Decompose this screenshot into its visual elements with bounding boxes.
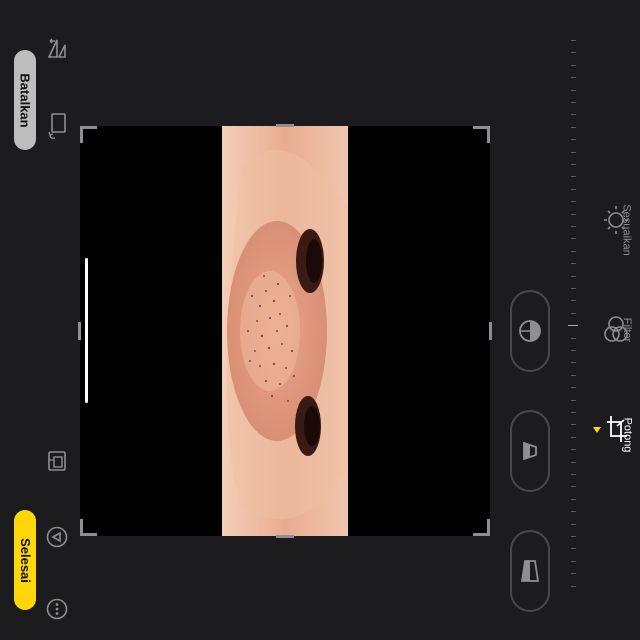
ruler-tick bbox=[571, 585, 576, 587]
done-button[interactable]: Selesai bbox=[14, 510, 36, 610]
crop-edge-handle[interactable] bbox=[276, 124, 294, 127]
angle-ruler[interactable] bbox=[568, 40, 578, 600]
tab-adjust-label: Sesuaikan bbox=[621, 204, 633, 256]
horizontal-perspective-icon bbox=[520, 560, 540, 582]
ruler-tick bbox=[571, 238, 576, 240]
rotate-icon[interactable] bbox=[44, 112, 70, 139]
photo-preview bbox=[222, 126, 348, 536]
ruler-tick bbox=[571, 498, 576, 500]
active-tab-indicator-icon bbox=[593, 427, 601, 433]
ruler-tick bbox=[571, 424, 576, 426]
ruler-tick bbox=[571, 412, 576, 413]
ruler-tick bbox=[568, 325, 578, 327]
aspect-ratio-icon[interactable] bbox=[44, 448, 70, 474]
ruler-tick bbox=[571, 486, 576, 488]
crop-corner-handle[interactable] bbox=[473, 519, 490, 536]
crop-canvas[interactable] bbox=[78, 124, 492, 538]
ruler-tick bbox=[571, 461, 576, 463]
cancel-button[interactable]: Batalkan bbox=[14, 50, 36, 150]
ruler-tick bbox=[571, 300, 576, 302]
ruler-tick bbox=[571, 560, 576, 562]
tab-adjust-label-box: Sesuaikan bbox=[620, 190, 634, 270]
ruler-tick bbox=[571, 573, 576, 575]
ruler-tick bbox=[571, 337, 576, 339]
ruler-tick bbox=[571, 511, 576, 513]
ruler-tick bbox=[571, 362, 576, 364]
ruler-tick bbox=[571, 64, 576, 66]
ruler-tick bbox=[571, 263, 576, 265]
crop-edge-handle[interactable] bbox=[276, 535, 294, 538]
straighten-icon bbox=[519, 320, 541, 342]
more-icon[interactable] bbox=[44, 596, 70, 622]
ruler-tick bbox=[571, 164, 576, 165]
ruler-tick bbox=[571, 387, 576, 389]
ruler-tick bbox=[571, 523, 576, 525]
flip-icon[interactable] bbox=[44, 36, 70, 62]
ruler-tick bbox=[571, 250, 576, 252]
cancel-button-label: Batalkan bbox=[17, 72, 33, 128]
ruler-tick bbox=[571, 350, 576, 351]
markup-icon[interactable] bbox=[44, 524, 70, 550]
tab-crop-label-box: Potong bbox=[620, 405, 634, 465]
ruler-tick bbox=[571, 275, 576, 277]
vertical-perspective-button[interactable] bbox=[510, 410, 550, 492]
ruler-tick bbox=[571, 40, 576, 41]
ruler-tick bbox=[571, 52, 576, 54]
ruler-tick bbox=[571, 226, 576, 227]
vertical-perspective-icon bbox=[523, 441, 537, 461]
ruler-tick bbox=[571, 126, 576, 128]
tab-crop-label: Potong bbox=[621, 417, 633, 453]
ruler-tick bbox=[571, 536, 576, 537]
ruler-tick bbox=[571, 176, 576, 178]
ruler-tick bbox=[571, 201, 576, 203]
crop-straighten-indicator[interactable] bbox=[85, 258, 88, 403]
ruler-tick bbox=[571, 374, 576, 376]
ruler-tick bbox=[571, 102, 576, 103]
ruler-tick bbox=[571, 114, 576, 116]
crop-edge-handle[interactable] bbox=[78, 322, 81, 340]
crop-edge-handle[interactable] bbox=[489, 322, 492, 340]
done-button-label: Selesai bbox=[17, 537, 33, 583]
ruler-tick bbox=[571, 89, 576, 91]
ruler-tick bbox=[571, 188, 576, 190]
ruler-tick bbox=[571, 139, 576, 141]
ruler-tick bbox=[571, 77, 576, 79]
tab-filter-label-box: Filter bbox=[620, 305, 634, 355]
ruler-tick bbox=[571, 151, 576, 153]
tab-filter-label: Filter bbox=[621, 317, 634, 343]
horizontal-perspective-button[interactable] bbox=[510, 530, 550, 612]
ruler-tick bbox=[571, 399, 576, 401]
ruler-tick bbox=[571, 288, 576, 289]
crop-corner-handle[interactable] bbox=[473, 126, 490, 143]
crop-corner-handle[interactable] bbox=[80, 126, 97, 143]
straighten-button[interactable] bbox=[510, 290, 550, 372]
photo-editor-screen: Batalkan Selesai Sesuaikan Filter Potong bbox=[0, 0, 640, 640]
ruler-tick bbox=[571, 449, 576, 451]
ruler-tick bbox=[571, 312, 576, 314]
ruler-tick bbox=[571, 436, 576, 438]
crop-corner-handle[interactable] bbox=[80, 519, 97, 536]
ruler-tick bbox=[571, 548, 576, 550]
ruler-tick bbox=[571, 213, 576, 215]
ruler-tick bbox=[571, 474, 576, 475]
